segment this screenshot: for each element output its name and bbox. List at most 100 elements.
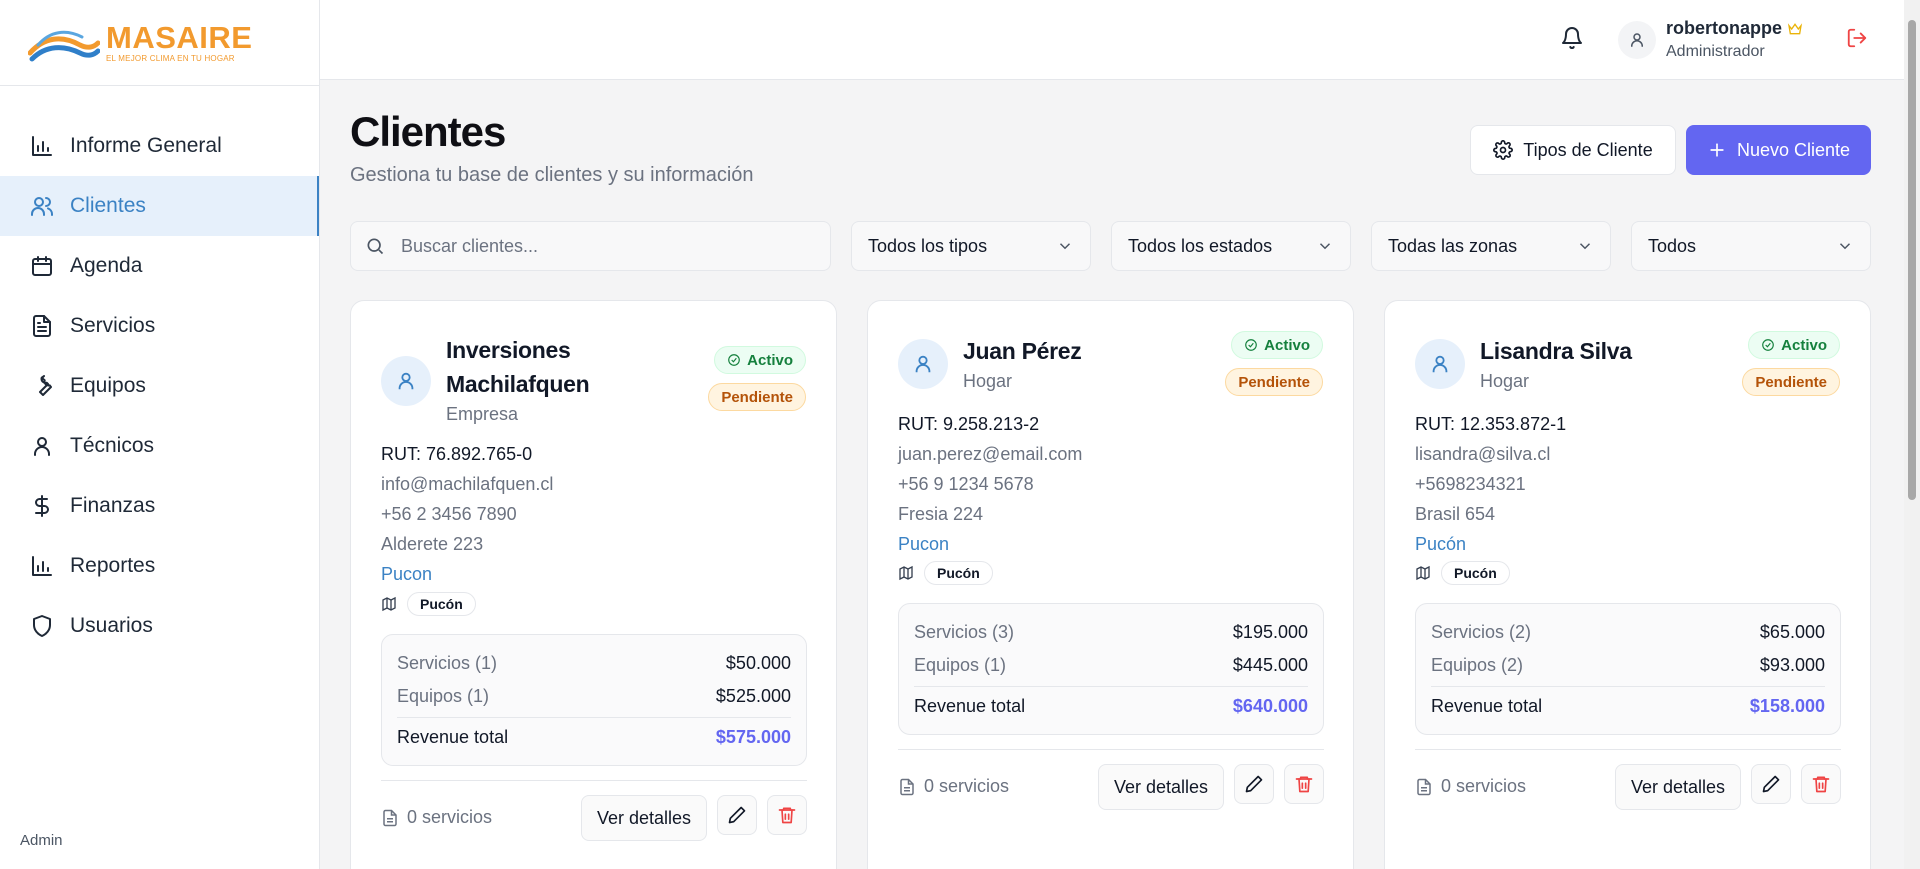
client-card: Inversiones Machilafquen Empresa Activo … (350, 300, 837, 869)
revenue-total-label: Revenue total (914, 695, 1026, 716)
avatar[interactable] (1618, 21, 1656, 59)
file-text-icon (383, 809, 397, 826)
type-filter-select[interactable]: Todos los tipos (851, 221, 1091, 271)
zone-filter-select[interactable]: Todas las zonas (1371, 221, 1611, 271)
delete-button[interactable] (767, 795, 807, 835)
revenue-summary: Servicios (3) $195.000 Equipos (1) $445.00… (898, 603, 1324, 735)
logout-button[interactable] (1846, 27, 1872, 53)
edit-button[interactable] (1234, 764, 1274, 804)
sidebar: MASAIRE EL MEJOR CLIMA EN TU HOGAR Infor… (0, 0, 320, 869)
client-zone: Pucón (381, 592, 476, 616)
sidebar-item-usuarios[interactable]: Usuarios (0, 596, 319, 656)
chevron-down-icon (1839, 243, 1851, 250)
client-avatar (381, 356, 431, 406)
client-rut: RUT: 12.353.872-1 (1415, 414, 1567, 434)
trash-icon (1812, 776, 1830, 793)
revenue-summary: Servicios (1) $50.000 Equipos (1) $525.000… (381, 634, 807, 766)
map-icon (1416, 565, 1430, 581)
client-types-button[interactable]: Tipos de Cliente (1470, 125, 1676, 175)
sidebar-item-informe-general[interactable]: Informe General (0, 116, 319, 176)
sidebar-item-reportes[interactable]: Reportes (0, 536, 319, 596)
equipment-label: Equipos (2) (1431, 655, 1524, 675)
services-value: $65.000 (1759, 622, 1825, 642)
client-phone: +56 2 3456 7890 (381, 504, 517, 524)
bar-chart-icon (32, 556, 52, 576)
client-address: Alderete 223 (381, 534, 484, 554)
sidebar-item-label: Agenda (70, 254, 143, 277)
services-label: Servicios (3) (914, 622, 1015, 642)
sidebar-item-label: Informe General (70, 134, 222, 157)
trash-icon (778, 807, 796, 824)
sidebar-item-equipos[interactable]: Equipos (0, 356, 319, 416)
sidebar-item-tecnicos[interactable]: Técnicos (0, 416, 319, 476)
user-icon (398, 372, 414, 390)
client-types-label: Tipos de Cliente (1523, 139, 1653, 160)
sidebar-item-finanzas[interactable]: Finanzas (0, 476, 319, 536)
new-client-button[interactable]: Nuevo Cliente (1686, 125, 1871, 175)
client-info: RUT: 12.353.872-1 lisandra@silva.cl +569… (1415, 409, 1566, 559)
wave-logo-icon (28, 30, 100, 61)
delete-button[interactable] (1801, 764, 1841, 804)
revenue-total-label: Revenue total (1431, 695, 1543, 716)
card-footer: 0 servicios Ver detalles (898, 749, 1324, 825)
status-filter-select[interactable]: Todos los estados (1111, 221, 1351, 271)
map-icon (899, 565, 913, 581)
trash-icon (1295, 776, 1313, 793)
sidebar-item-clientes[interactable]: Clientes (0, 176, 319, 236)
shield-icon (33, 615, 51, 637)
topbar: robertonappe Administrador (320, 0, 1904, 80)
search-input[interactable] (401, 235, 801, 257)
services-label: Servicios (2) (1431, 622, 1532, 642)
edit-button[interactable] (717, 795, 757, 835)
view-details-button[interactable]: Ver detalles (580, 795, 707, 841)
gear-icon (1493, 140, 1514, 160)
logout-icon (1847, 28, 1867, 48)
sidebar-item-label: Clientes (70, 194, 146, 217)
user-role: Administrador (1666, 43, 1765, 60)
brand-logo[interactable]: MASAIRE EL MEJOR CLIMA EN TU HOGAR (0, 0, 319, 86)
calendar-icon (32, 256, 52, 276)
view-details-button[interactable]: Ver detalles (1614, 764, 1741, 810)
sidebar-item-label: Usuarios (70, 614, 153, 637)
service-count-text: 0 servicios (924, 776, 1010, 796)
service-count-text: 0 servicios (1441, 776, 1527, 796)
other-filter-value: Todos (1648, 235, 1697, 256)
check-circle-icon (1762, 339, 1774, 351)
client-card: Lisandra Silva Hogar Activo Pendiente RU… (1384, 300, 1871, 869)
notifications-button[interactable] (1560, 26, 1588, 54)
client-email: juan.perez@email.com (898, 444, 1083, 464)
check-circle-icon (1245, 339, 1257, 351)
revenue-summary: Servicios (2) $65.000 Equipos (2) $93.000 … (1415, 603, 1841, 735)
client-zone: Pucón (1415, 561, 1510, 585)
user-icon (915, 355, 931, 373)
service-count: 0 servicios (1415, 776, 1526, 797)
service-count-text: 0 servicios (407, 807, 493, 827)
client-phone: +5698234321 (1415, 474, 1526, 494)
users-icon (31, 197, 53, 216)
other-filter-select[interactable]: Todos (1631, 221, 1871, 271)
user-name: robertonappe (1666, 18, 1803, 39)
delete-button[interactable] (1284, 764, 1324, 804)
zone-chip: Pucón (924, 561, 993, 585)
sidebar-item-servicios[interactable]: Servicios (0, 296, 319, 356)
new-client-label: Nuevo Cliente (1736, 139, 1851, 160)
client-name: Lisandra Silva (1480, 338, 1632, 364)
client-info: RUT: 76.892.765-0 info@machilafquen.cl +… (381, 439, 553, 589)
type-filter-value: Todos los tipos (868, 235, 988, 256)
sidebar-item-agenda[interactable]: Agenda (0, 236, 319, 296)
status-badge-active: Activo (1748, 331, 1840, 359)
equipment-value: $525.000 (715, 686, 791, 706)
map-icon (382, 596, 396, 612)
client-city: Pucon (381, 564, 433, 584)
search-box[interactable] (350, 221, 831, 271)
brand-name: MASAIRE (106, 20, 253, 55)
equipment-label: Equipos (1) (914, 655, 1007, 675)
client-type: Hogar (1480, 371, 1530, 391)
client-rut: RUT: 76.892.765-0 (381, 444, 533, 464)
edit-button[interactable] (1751, 764, 1791, 804)
zone-chip: Pucón (407, 592, 476, 616)
view-details-button[interactable]: Ver detalles (1097, 764, 1224, 810)
status-badge-active: Activo (1231, 331, 1323, 359)
scrollbar-thumb[interactable] (1908, 20, 1916, 500)
page-scrollbar[interactable] (1904, 0, 1920, 869)
